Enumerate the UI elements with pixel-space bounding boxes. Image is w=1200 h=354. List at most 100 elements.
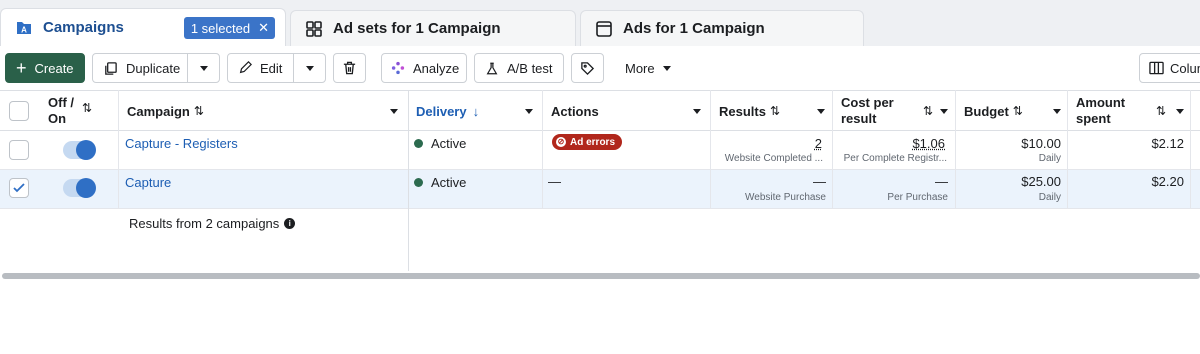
selected-count: 1 selected	[191, 21, 250, 36]
column-header-cost-per-result[interactable]: Cost per result ⇅	[841, 91, 953, 131]
column-label: Delivery	[416, 104, 467, 119]
results-summary-label: Results from 2 campaigns	[129, 216, 279, 231]
duplicate-dropdown[interactable]	[188, 54, 220, 82]
column-divider	[1190, 90, 1191, 209]
delivery-label: Active	[431, 136, 466, 151]
ab-test-label: A/B test	[507, 61, 553, 76]
ad-errors-badge[interactable]: ⊘ Ad errors	[552, 134, 622, 150]
table-row[interactable]: Capture - Registers Active ⊘ Ad errors 2…	[0, 131, 1200, 170]
ads-icon	[595, 20, 613, 38]
frozen-column-divider	[408, 90, 409, 271]
active-dot	[414, 178, 423, 187]
tag-button[interactable]	[571, 53, 604, 83]
duplicate-split-button: Duplicate	[92, 53, 220, 83]
ad-sets-icon	[305, 20, 323, 38]
chevron-down-icon	[663, 66, 671, 71]
columns-label: Colum	[1170, 61, 1200, 76]
analyze-label: Analyze	[413, 61, 459, 76]
tab-ads[interactable]: Ads for 1 Campaign	[580, 10, 864, 46]
results-summary: Results from 2 campaigns i	[129, 216, 295, 231]
tab-campaigns[interactable]: A Campaigns 1 selected ✕	[0, 8, 286, 46]
sort-icon: ⇅	[82, 101, 92, 115]
tab-ads-label: Ads for 1 Campaign	[623, 20, 765, 37]
results-value: —	[813, 174, 826, 189]
column-divider	[542, 90, 543, 209]
results-value[interactable]: 2	[815, 136, 822, 151]
column-header-campaign[interactable]: Campaign ⇅	[127, 91, 405, 131]
column-header-amount-spent[interactable]: Amount spent ⇅	[1076, 91, 1188, 131]
chevron-down-icon[interactable]	[390, 109, 398, 114]
active-dot	[414, 139, 423, 148]
campaign-toggle[interactable]	[63, 179, 95, 197]
campaign-name-link[interactable]: Capture	[125, 175, 171, 190]
toggle-knob	[76, 178, 96, 198]
chevron-down-icon	[306, 66, 314, 71]
delete-button[interactable]	[333, 53, 366, 83]
chevron-down-icon[interactable]	[817, 109, 825, 114]
column-label: Cost per result	[841, 95, 894, 127]
campaign-name-link[interactable]: Capture - Registers	[125, 136, 238, 151]
campaign-toggle[interactable]	[63, 141, 95, 159]
sort-down-icon: ↓	[473, 104, 480, 119]
delivery-status: Active	[414, 175, 466, 190]
clear-selection-icon[interactable]: ✕	[258, 20, 269, 36]
column-header-off-on[interactable]: Off / On ⇅	[48, 91, 108, 131]
info-icon[interactable]: i	[284, 218, 295, 229]
cost-per-result-value[interactable]: $1.06	[912, 136, 945, 151]
toggle-knob	[76, 140, 96, 160]
duplicate-button[interactable]: Duplicate	[93, 54, 187, 82]
create-button[interactable]: + Create	[5, 53, 85, 83]
plus-icon: +	[16, 59, 27, 77]
cost-per-result-type: Per Purchase	[887, 192, 948, 203]
select-all-checkbox[interactable]	[9, 101, 29, 121]
chevron-down-icon[interactable]	[940, 109, 948, 114]
duplicate-label: Duplicate	[126, 61, 180, 76]
column-label: Amount spent	[1076, 95, 1125, 127]
column-divider	[118, 90, 119, 209]
amount-spent-value: $2.12	[1151, 136, 1184, 151]
table-header: Off / On ⇅ Campaign ⇅ Delivery ↓ Actions…	[0, 90, 1200, 131]
tab-ad-sets[interactable]: Ad sets for 1 Campaign	[290, 10, 576, 46]
column-header-results[interactable]: Results ⇅	[719, 91, 830, 131]
svg-text:A: A	[21, 25, 27, 34]
more-button[interactable]: More	[615, 53, 681, 83]
create-label: Create	[35, 61, 74, 76]
column-label: Campaign	[127, 104, 190, 119]
edit-button[interactable]: Edit	[228, 54, 293, 82]
amount-spent-value: $2.20	[1151, 174, 1184, 189]
columns-icon	[1149, 61, 1164, 75]
column-header-budget[interactable]: Budget ⇅	[964, 91, 1066, 131]
selected-badge[interactable]: 1 selected ✕	[184, 17, 275, 39]
tab-strip: A Campaigns 1 selected ✕ Ad sets for 1 C…	[0, 0, 1200, 46]
cost-per-result-type: Per Complete Registr...	[844, 153, 947, 164]
edit-dropdown[interactable]	[294, 54, 326, 82]
tag-icon	[580, 61, 595, 76]
chevron-down-icon[interactable]	[525, 109, 533, 114]
analyze-button[interactable]: Analyze	[381, 53, 467, 83]
sort-icon: ⇅	[923, 104, 933, 118]
row-checkbox[interactable]	[9, 178, 29, 198]
edit-label: Edit	[260, 61, 282, 76]
column-label: Actions	[551, 104, 599, 119]
horizontal-scrollbar[interactable]	[2, 273, 1200, 279]
delivery-label: Active	[431, 175, 466, 190]
chevron-down-icon[interactable]	[693, 109, 701, 114]
chevron-down-icon[interactable]	[1176, 109, 1184, 114]
column-divider	[955, 90, 956, 209]
columns-button[interactable]: Colum	[1139, 53, 1200, 83]
chevron-down-icon[interactable]	[1053, 109, 1061, 114]
column-header-actions[interactable]: Actions	[551, 91, 708, 131]
table-row[interactable]: Capture Active — — Website Purchase — Pe…	[0, 170, 1200, 209]
chevron-down-icon	[200, 66, 208, 71]
budget-type: Daily	[1039, 153, 1061, 164]
flask-icon	[485, 61, 499, 76]
ab-test-button[interactable]: A/B test	[474, 53, 564, 83]
column-label: Off / On	[48, 95, 74, 127]
row-checkbox[interactable]	[9, 140, 29, 160]
edit-split-button: Edit	[227, 53, 326, 83]
sort-icon: ⇅	[770, 104, 780, 118]
column-header-delivery[interactable]: Delivery ↓	[416, 91, 540, 131]
results-type: Website Purchase	[745, 192, 826, 203]
error-icon: ⊘	[556, 137, 566, 147]
column-label: Budget	[964, 104, 1009, 119]
